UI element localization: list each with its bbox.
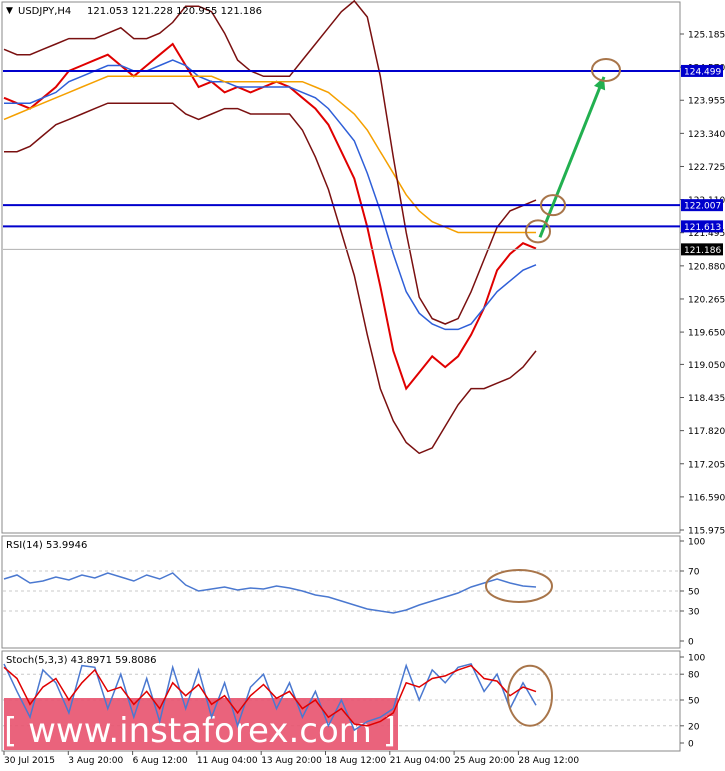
y-tick-label: 80 [688,671,700,681]
y-tick-label: 117.820 [688,427,725,437]
x-tick-label: 11 Aug 04:00 [197,756,258,766]
x-tick-label: 25 Aug 20:00 [454,756,515,766]
menu-chevron-icon[interactable]: ▼ [6,6,13,16]
y-tick-label: 123.955 [688,97,725,107]
y-tick-label: 118.435 [688,394,725,404]
y-tick-label: 123.340 [688,130,725,140]
y-tick-label: 100 [688,538,705,548]
x-tick-label: 30 Jul 2015 [4,756,55,766]
x-tick-label: 28 Aug 12:00 [518,756,579,766]
symbol-label: USDJPY,H4 [18,6,71,17]
x-tick-label: 13 Aug 20:00 [261,756,322,766]
y-tick-label: 120.880 [688,262,725,272]
y-tick-label: 122.725 [688,163,725,173]
y-tick-label: 0 [688,638,694,648]
x-tick-label: 18 Aug 12:00 [326,756,387,766]
y-tick-label: 50 [688,697,700,707]
y-tick-label: 30 [688,608,700,618]
price-label: 122.007 [684,202,721,212]
y-tick-label: 119.050 [688,361,725,371]
y-tick-label: 117.205 [688,460,725,470]
ohlc-readout: 121.053 121.228 120.955 121.186 [87,6,262,17]
y-tick-label: 125.185 [688,31,725,41]
y-tick-label: 115.975 [688,527,725,537]
y-tick-label: 20 [688,722,700,732]
y-tick-label: 119.650 [688,329,725,339]
x-tick-label: 21 Aug 04:00 [390,756,451,766]
chart-canvas: [ www.instaforex.com ] 125.185124.570123… [0,0,725,767]
price-label: 121.613 [684,223,721,233]
x-tick-label: 6 Aug 12:00 [133,756,188,766]
price-label: 121.186 [684,246,721,256]
y-tick-label: 100 [688,654,705,664]
y-tick-label: 70 [688,568,700,578]
y-tick-label: 120.265 [688,295,725,305]
chart-window: [ www.instaforex.com ] 125.185124.570123… [0,0,725,767]
x-tick-label: 3 Aug 20:00 [68,756,123,766]
y-tick-label: 50 [688,588,700,598]
y-tick-label: 0 [688,740,694,750]
stoch-title: Stoch(5,3,3) 43.8971 59.8086 [6,655,157,666]
y-tick-label: 116.590 [688,493,725,503]
watermark-text: [ www.instaforex.com ] [4,711,396,751]
price-panel [1,1,681,534]
price-label: 124.499 [684,67,721,77]
rsi-title: RSI(14) 53.9946 [6,540,87,551]
rsi-panel [1,535,681,649]
